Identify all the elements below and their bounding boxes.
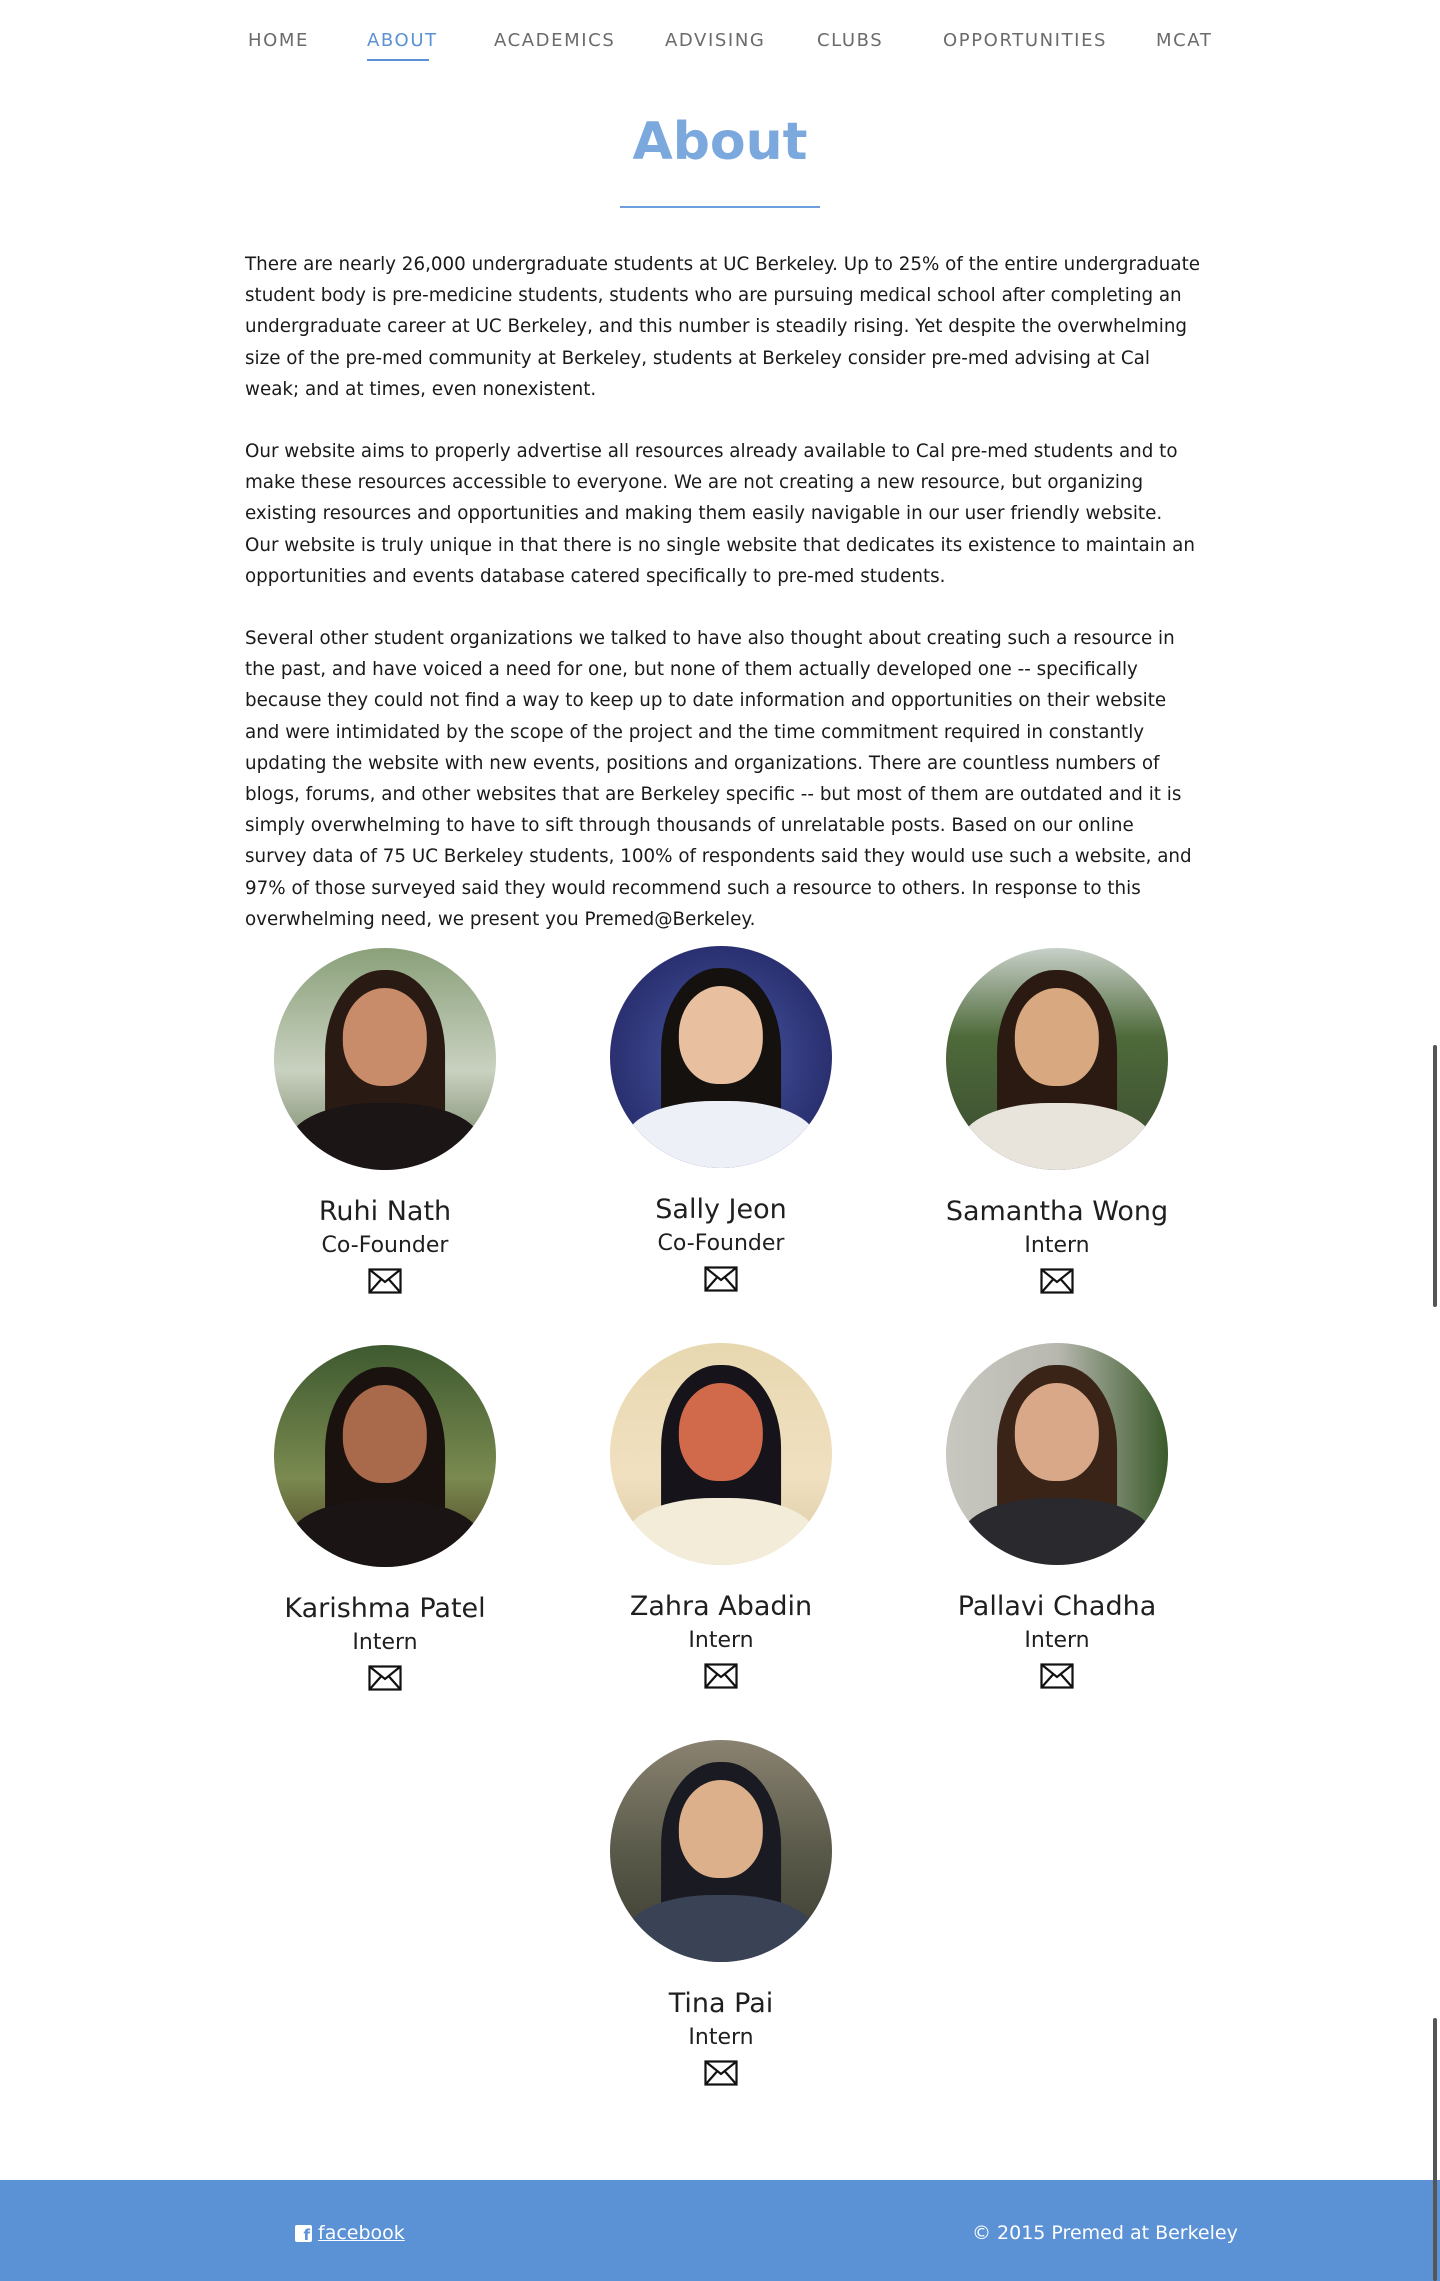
team-member-zahra-abadin: Zahra Abadin Intern (561, 1343, 881, 1689)
member-role: Intern (688, 2025, 754, 2050)
team-member-samantha-wong: Samantha Wong Intern (897, 948, 1217, 1294)
team-member-karishma-patel: Karishma Patel Intern (225, 1345, 545, 1691)
page-title: About (632, 112, 808, 172)
member-name: Zahra Abadin (629, 1591, 813, 1622)
facebook-label: facebook (318, 2222, 405, 2244)
nav-active-underline (367, 59, 429, 61)
mail-icon[interactable] (1040, 1268, 1074, 1294)
site-footer: f facebook © 2015 Premed at Berkeley (0, 2180, 1440, 2281)
title-divider (620, 206, 820, 208)
team-member-pallavi-chadha: Pallavi Chadha Intern (897, 1343, 1217, 1689)
team-member-sally-jeon: Sally Jeon Co-Founder (561, 946, 881, 1292)
member-name: Sally Jeon (655, 1194, 787, 1225)
member-role: Intern (352, 1630, 418, 1655)
mail-icon[interactable] (1040, 1663, 1074, 1689)
mail-icon[interactable] (368, 1665, 402, 1691)
member-name: Samantha Wong (945, 1196, 1169, 1227)
team-member-ruhi-nath: Ruhi Nath Co-Founder (225, 948, 545, 1294)
member-name: Pallavi Chadha (957, 1591, 1157, 1622)
member-role: Intern (1024, 1233, 1090, 1258)
avatar (946, 1343, 1168, 1565)
member-name: Ruhi Nath (318, 1196, 452, 1227)
member-role: Intern (688, 1628, 754, 1653)
about-paragraph-2: Our website aims to properly advertise a… (245, 441, 1195, 587)
nav-opportunities[interactable]: OPPORTUNITIES (943, 30, 1107, 51)
avatar (610, 1740, 832, 1962)
about-paragraph-3: Several other student organizations we t… (245, 628, 1192, 930)
avatar (610, 946, 832, 1168)
nav-about[interactable]: ABOUT (367, 30, 438, 51)
main-nav: HOME ABOUT ACADEMICS ADVISING CLUBS OPPO… (0, 0, 1440, 80)
member-role: Co-Founder (321, 1233, 449, 1258)
nav-advising[interactable]: ADVISING (665, 30, 765, 51)
avatar (610, 1343, 832, 1565)
about-paragraph-1: There are nearly 26,000 undergraduate st… (245, 254, 1201, 400)
avatar (274, 948, 496, 1170)
member-role: Co-Founder (657, 1231, 785, 1256)
mail-icon[interactable] (704, 1663, 738, 1689)
avatar (946, 948, 1168, 1170)
scrollbar-thumb-secondary[interactable] (1433, 2018, 1437, 2281)
facebook-icon: f (295, 2224, 312, 2242)
mail-icon[interactable] (704, 2060, 738, 2086)
member-name: Karishma Patel (284, 1593, 486, 1624)
copyright-text: © 2015 Premed at Berkeley (972, 2222, 1238, 2244)
mail-icon[interactable] (368, 1268, 402, 1294)
scrollbar-thumb[interactable] (1433, 1045, 1437, 1307)
facebook-link[interactable]: f facebook (295, 2222, 405, 2244)
nav-mcat[interactable]: MCAT (1156, 30, 1212, 51)
nav-clubs[interactable]: CLUBS (817, 30, 883, 51)
mail-icon[interactable] (704, 1266, 738, 1292)
nav-home[interactable]: HOME (248, 30, 309, 51)
avatar (274, 1345, 496, 1567)
nav-academics[interactable]: ACADEMICS (494, 30, 615, 51)
member-name: Tina Pai (668, 1988, 774, 2019)
team-member-tina-pai: Tina Pai Intern (561, 1740, 881, 2086)
about-text: There are nearly 26,000 undergraduate st… (245, 249, 1200, 966)
member-role: Intern (1024, 1628, 1090, 1653)
